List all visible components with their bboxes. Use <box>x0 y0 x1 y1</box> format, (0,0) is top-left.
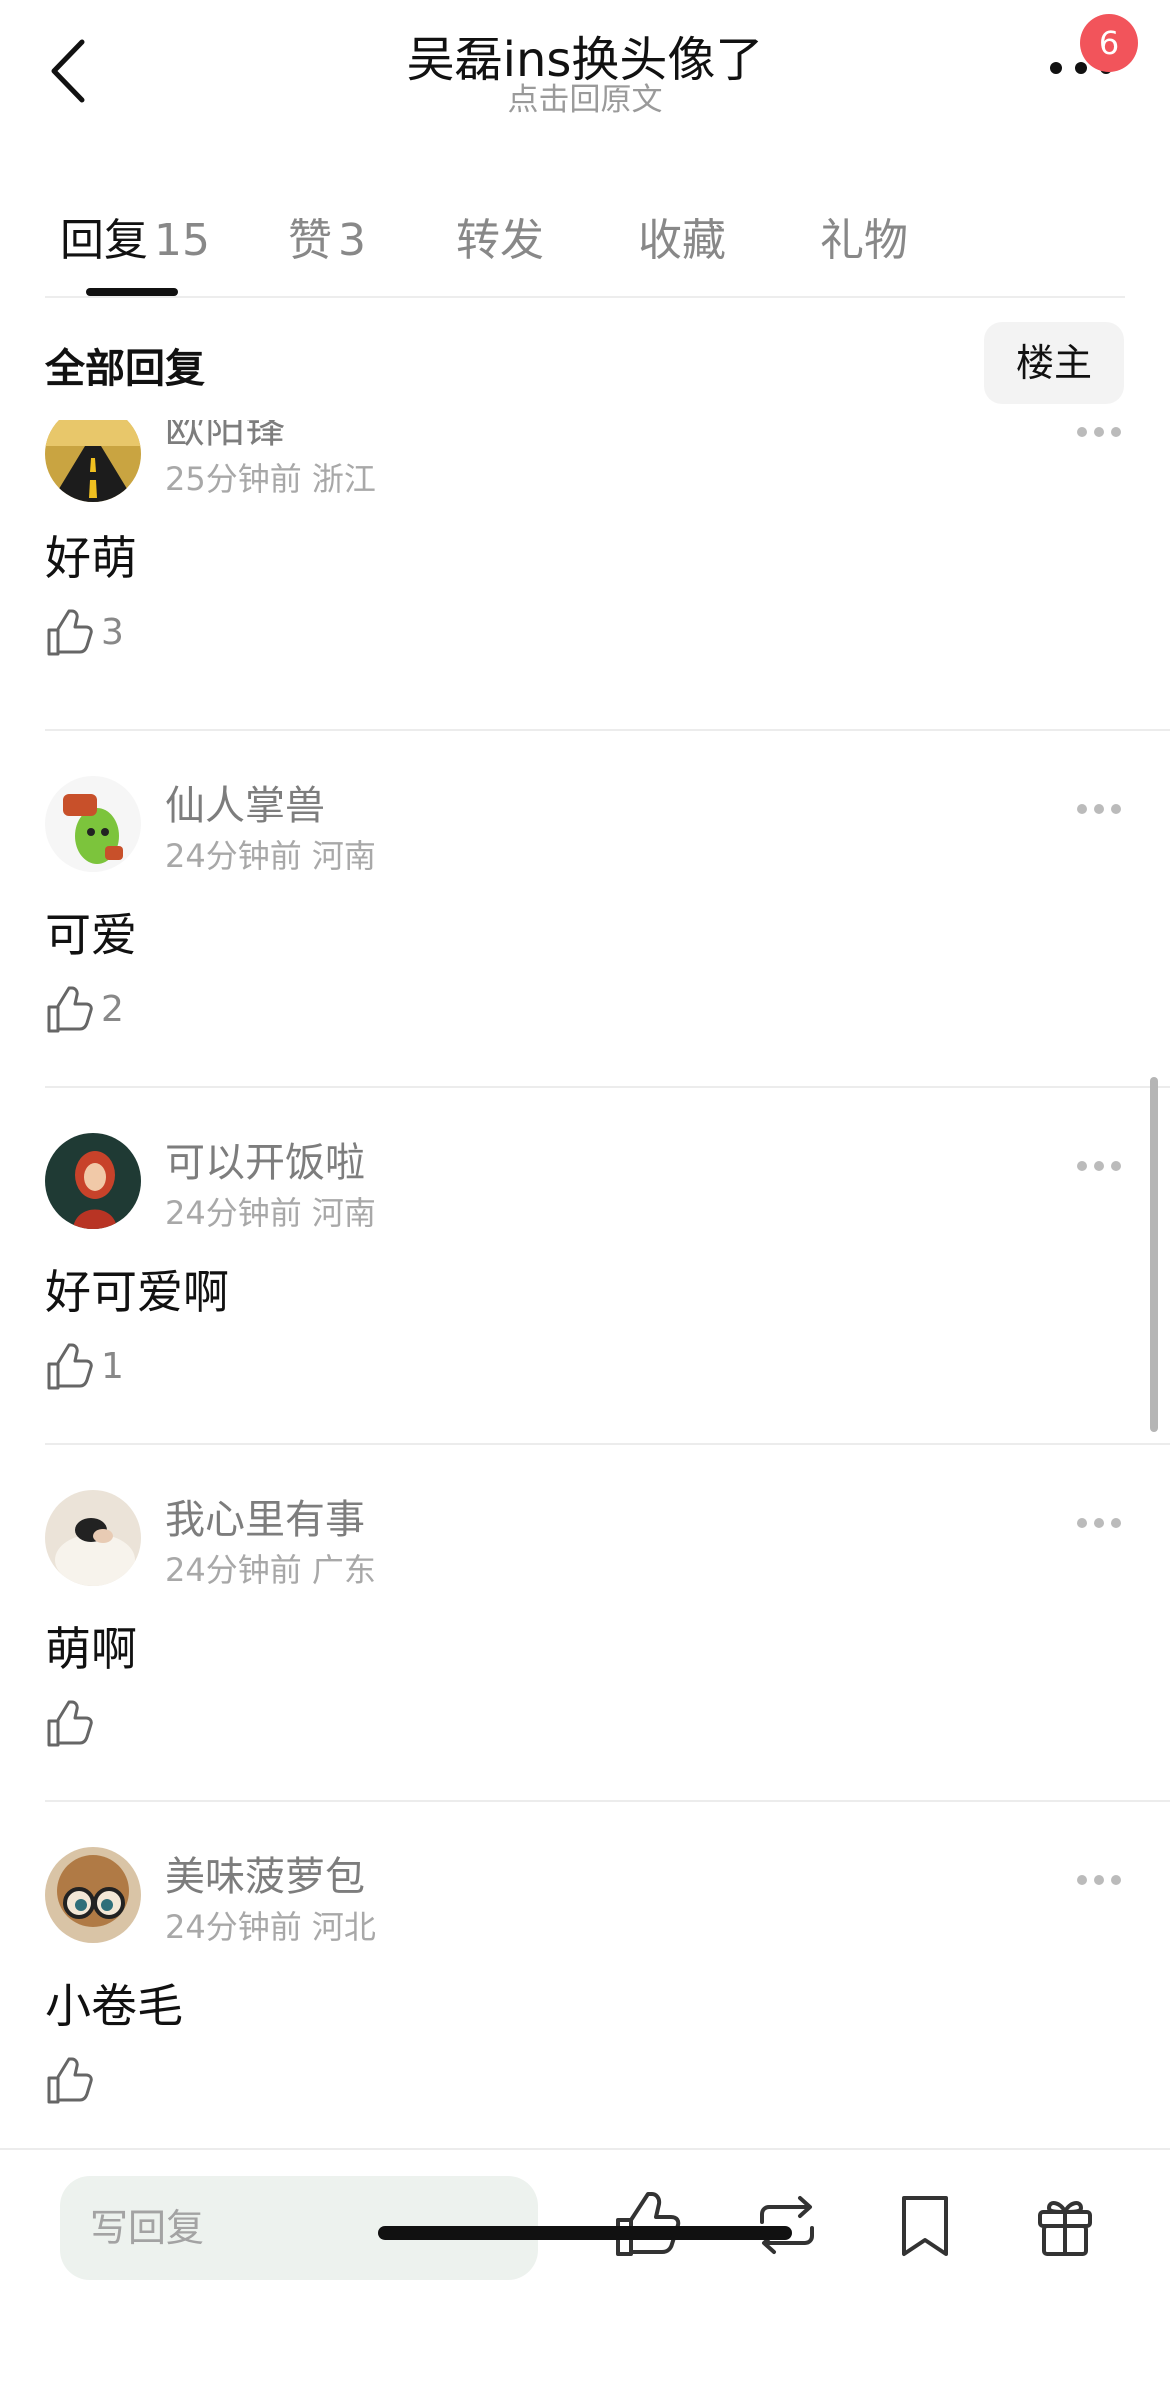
active-tab-indicator <box>86 288 178 296</box>
comment-more-icon[interactable] <box>1076 426 1122 438</box>
back-to-original-link[interactable]: 点击回原文 <box>0 74 1170 119</box>
cactus-avatar[interactable] <box>45 776 141 872</box>
like-count: 1 <box>101 1346 124 1387</box>
comment-meta: 24分钟前 河北 <box>165 1908 376 1946</box>
tab-count: 3 <box>338 215 366 266</box>
comment-list[interactable]: 欧阳锋 25分钟前 浙江 好萌 3 仙人掌兽 24分钟前 河南 可爱 2 可以开… <box>0 420 1170 2148</box>
like-button[interactable] <box>45 1699 93 1753</box>
tab-replies[interactable]: 回复 15 <box>60 204 210 268</box>
comment-meta: 24分钟前 广东 <box>165 1551 376 1589</box>
op-only-button[interactable]: 楼主 <box>984 322 1124 404</box>
tab-bar: 回复 15 赞3 转发 收藏 礼物 <box>0 180 1170 296</box>
comment-text: 小卷毛 <box>45 1979 183 2033</box>
username[interactable]: 我心里有事 <box>165 1487 365 1545</box>
comment-text: 好可爱啊 <box>45 1265 229 1319</box>
top-bar: 吴磊ins换头像了 点击回原文 6 <box>0 0 1170 150</box>
thumbs-up-icon <box>47 1700 93 1747</box>
bookmark-icon[interactable] <box>890 2190 960 2260</box>
like-button[interactable] <box>45 2056 93 2110</box>
tab-label: 转发 <box>456 215 544 266</box>
username[interactable]: 可以开饭啦 <box>165 1130 365 1188</box>
comment-text: 可爱 <box>45 908 137 962</box>
comment-more-icon[interactable] <box>1076 1874 1122 1886</box>
comment-item: 美味菠萝包 24分钟前 河北 小卷毛 <box>0 1802 1170 2148</box>
like-button[interactable]: 1 <box>45 1342 124 1396</box>
thumbs-up-icon <box>47 1343 93 1390</box>
tab-label: 收藏 <box>638 215 726 266</box>
home-indicator <box>378 2226 792 2240</box>
thumbs-up-icon <box>47 2057 93 2104</box>
sleeping-avatar[interactable] <box>45 1490 141 1586</box>
comment-text: 好萌 <box>45 531 137 585</box>
divider <box>45 296 1125 298</box>
tab-label: 回复 <box>60 215 148 266</box>
red-hair-avatar[interactable] <box>45 1133 141 1229</box>
repost-icon[interactable] <box>752 2190 822 2260</box>
comment-meta: 24分钟前 河南 <box>165 1194 376 1232</box>
like-count: 2 <box>101 989 124 1030</box>
tab-label: 礼物 <box>820 215 908 266</box>
comment-more-icon[interactable] <box>1076 803 1122 815</box>
comment-item: 我心里有事 24分钟前 广东 萌啊 <box>0 1445 1170 1802</box>
comment-item: 可以开饭啦 24分钟前 河南 好可爱啊 1 <box>0 1088 1170 1445</box>
tab-count: 15 <box>154 215 210 266</box>
username[interactable]: 仙人掌兽 <box>165 773 325 831</box>
comment-item: 欧阳锋 25分钟前 浙江 好萌 3 <box>0 420 1170 731</box>
all-replies-label: 全部回复 <box>45 346 205 392</box>
comment-more-icon[interactable] <box>1076 1160 1122 1172</box>
comment-item: 仙人掌兽 24分钟前 河南 可爱 2 <box>0 731 1170 1088</box>
comment-meta: 25分钟前 浙江 <box>165 460 376 498</box>
tab-reposts[interactable]: 转发 <box>456 204 544 268</box>
bottom-action-bar <box>0 2148 1170 2405</box>
notification-badge: 6 <box>1080 14 1138 72</box>
like-button[interactable]: 2 <box>45 985 124 1039</box>
like-button[interactable]: 3 <box>45 608 124 662</box>
tab-likes[interactable]: 赞3 <box>288 204 366 268</box>
thumbs-up-icon[interactable] <box>612 2190 682 2260</box>
username[interactable]: 美味菠萝包 <box>165 1844 365 1902</box>
like-count: 3 <box>101 612 124 653</box>
gift-icon[interactable] <box>1030 2190 1100 2260</box>
tab-favorites[interactable]: 收藏 <box>638 204 726 268</box>
comment-meta: 24分钟前 河南 <box>165 837 376 875</box>
username[interactable]: 欧阳锋 <box>165 420 285 454</box>
tab-label: 赞 <box>288 215 332 266</box>
thumbs-up-icon <box>47 609 93 656</box>
glasses-avatar[interactable] <box>45 1847 141 1943</box>
tab-gifts[interactable]: 礼物 <box>820 204 908 268</box>
road-avatar[interactable] <box>45 420 141 502</box>
comment-text: 萌啊 <box>45 1622 137 1676</box>
scrollbar[interactable] <box>1150 1077 1158 1432</box>
comment-more-icon[interactable] <box>1076 1517 1122 1529</box>
thumbs-up-icon <box>47 986 93 1033</box>
